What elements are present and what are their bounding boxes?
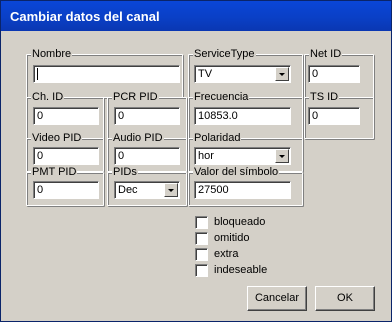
nombre-input[interactable] — [33, 65, 180, 83]
audio-pid-value: 0 — [118, 150, 125, 162]
pcr-pid-input[interactable]: 0 — [114, 107, 180, 125]
cancel-button[interactable]: Cancelar — [247, 286, 307, 311]
chevron-down-icon[interactable] — [275, 67, 289, 81]
label-frecuencia: Frecuencia — [193, 91, 250, 103]
pids-select[interactable]: Dec — [114, 181, 180, 199]
ts-id-value: 0 — [312, 110, 319, 122]
checkbox-label: extra — [214, 248, 239, 260]
label-pids: PIDs — [112, 166, 138, 178]
service-type-value: TV — [198, 68, 213, 80]
label-service-type: ServiceType — [193, 48, 256, 60]
ts-id-input[interactable]: 0 — [308, 107, 360, 125]
chevron-down-icon[interactable] — [275, 149, 289, 163]
dialog-panel: Nombre ServiceType TV Net ID 0 Ch. ID 0 … — [11, 35, 381, 313]
valor-simbolo-value: 27500 — [198, 184, 229, 196]
pmt-pid-input[interactable]: 0 — [33, 181, 99, 199]
checkbox-box[interactable] — [195, 248, 208, 261]
net-id-value: 0 — [312, 68, 319, 80]
label-ch-id: Ch. ID — [31, 91, 65, 103]
label-audio-pid: Audio PID — [112, 132, 164, 144]
label-ts-id: TS ID — [309, 91, 340, 103]
checkbox-box[interactable] — [195, 216, 208, 229]
chevron-down-icon[interactable] — [164, 183, 178, 197]
pids-value: Dec — [118, 184, 138, 196]
title-bar[interactable]: Cambiar datos del canal — [1, 1, 391, 31]
window-title: Cambiar datos del canal — [10, 9, 160, 24]
video-pid-value: 0 — [37, 150, 44, 162]
checkbox-label: omitido — [214, 232, 250, 244]
pmt-pid-value: 0 — [37, 184, 44, 196]
label-video-pid: Video PID — [31, 132, 83, 144]
audio-pid-input[interactable]: 0 — [114, 147, 180, 165]
label-polaridad: Polaridad — [193, 132, 242, 144]
video-pid-input[interactable]: 0 — [33, 147, 99, 165]
valor-simbolo-input[interactable]: 27500 — [194, 181, 291, 199]
label-nombre: Nombre — [31, 48, 73, 60]
frecuencia-value: 10853.0 — [198, 110, 238, 122]
polaridad-select[interactable]: hor — [194, 147, 291, 165]
frecuencia-input[interactable]: 10853.0 — [194, 107, 291, 125]
ok-button[interactable]: OK — [315, 286, 375, 311]
net-id-input[interactable]: 0 — [308, 65, 360, 83]
label-pcr-pid: PCR PID — [112, 91, 159, 103]
ch-id-input[interactable]: 0 — [33, 107, 99, 125]
label-net-id: Net ID — [309, 48, 343, 60]
checkbox-label: bloqueado — [214, 216, 266, 228]
text-caret — [37, 68, 38, 80]
checkbox-label: indeseable — [214, 264, 268, 276]
label-valor-simbolo: Valor del símbolo — [193, 166, 280, 178]
label-pmt-pid: PMT PID — [31, 166, 78, 178]
pcr-pid-value: 0 — [118, 110, 125, 122]
ch-id-value: 0 — [37, 110, 44, 122]
service-type-select[interactable]: TV — [194, 65, 291, 83]
dialog-window: Cambiar datos del canal Nombre ServiceTy… — [0, 0, 392, 322]
checkbox-box[interactable] — [195, 232, 208, 245]
checkbox-box[interactable] — [195, 264, 208, 277]
polaridad-value: hor — [198, 150, 214, 162]
